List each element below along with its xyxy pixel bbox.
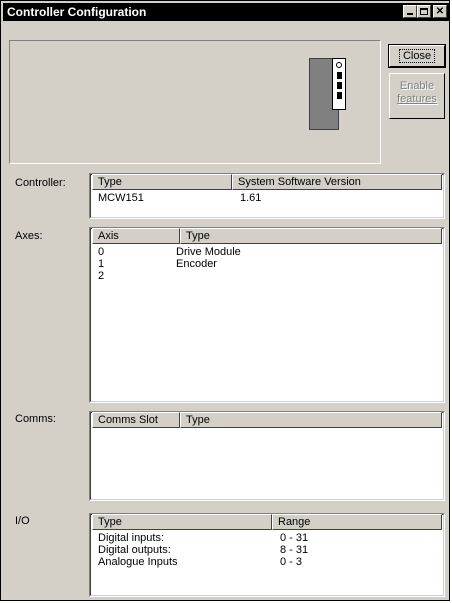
controller-type: MCW151 bbox=[98, 192, 144, 204]
list-item[interactable]: Analogue Inputs bbox=[98, 556, 178, 568]
connector-icon bbox=[337, 72, 342, 79]
list-item[interactable]: Drive Module bbox=[176, 246, 241, 258]
io-label: I/O bbox=[15, 515, 30, 527]
column-header-version[interactable]: System Software Version bbox=[232, 174, 442, 190]
column-header-type[interactable]: Type bbox=[92, 514, 272, 530]
list-item[interactable]: 2 bbox=[98, 270, 104, 282]
list-item[interactable]: 8 - 31 bbox=[280, 544, 308, 556]
controller-preview bbox=[9, 40, 381, 164]
comms-list[interactable]: Comms Slot Type bbox=[89, 411, 445, 501]
controller-module-icon bbox=[332, 58, 346, 110]
list-item[interactable]: Digital outputs: bbox=[98, 544, 171, 556]
io-list[interactable]: Type Range Digital inputs: 0 - 31 Digita… bbox=[89, 513, 445, 597]
list-item[interactable]: 1 bbox=[98, 258, 104, 270]
enable-features-label-line2: features bbox=[397, 93, 437, 105]
close-icon: ✕ bbox=[435, 6, 445, 17]
list-item[interactable]: Digital inputs: bbox=[98, 532, 164, 544]
controller-version: 1.61 bbox=[240, 192, 262, 204]
column-header-range[interactable]: Range bbox=[272, 514, 442, 530]
connector-icon bbox=[337, 92, 342, 99]
controller-list[interactable]: Type System Software Version MCW151 1.61 bbox=[89, 173, 445, 219]
column-header-type[interactable]: Type bbox=[180, 412, 442, 428]
maximize-icon bbox=[420, 8, 428, 15]
minimize-icon bbox=[407, 13, 413, 15]
window-title: Controller Configuration bbox=[7, 5, 147, 19]
column-header-type[interactable]: Type bbox=[92, 174, 232, 190]
controller-configuration-window: Controller Configuration ✕ Close Enable … bbox=[0, 0, 450, 601]
minimize-button[interactable] bbox=[403, 5, 417, 18]
axes-list[interactable]: Axis Type 0 Drive Module 1 Encoder 2 bbox=[89, 227, 445, 403]
comms-label: Comms: bbox=[15, 413, 56, 425]
column-header-comms-slot[interactable]: Comms Slot bbox=[92, 412, 180, 428]
column-header-axis[interactable]: Axis bbox=[92, 228, 180, 244]
enable-features-label-line1: Enable bbox=[399, 80, 435, 92]
list-item[interactable]: 0 - 31 bbox=[280, 532, 308, 544]
list-item[interactable]: Encoder bbox=[176, 258, 217, 270]
maximize-button[interactable] bbox=[417, 5, 431, 18]
close-button[interactable]: Close bbox=[388, 44, 446, 68]
title-close-button[interactable]: ✕ bbox=[433, 5, 447, 18]
controller-label: Controller: bbox=[15, 177, 66, 189]
connector-icon bbox=[337, 82, 342, 89]
close-button-label: Close bbox=[398, 49, 436, 63]
column-header-type[interactable]: Type bbox=[180, 228, 442, 244]
enable-features-button[interactable]: Enable features bbox=[389, 73, 445, 119]
axes-label: Axes: bbox=[15, 230, 43, 242]
title-bar[interactable]: Controller Configuration ✕ bbox=[3, 3, 449, 21]
status-led-icon bbox=[336, 62, 342, 68]
list-item[interactable]: 0 bbox=[98, 246, 104, 258]
list-item[interactable]: 0 - 3 bbox=[280, 556, 302, 568]
